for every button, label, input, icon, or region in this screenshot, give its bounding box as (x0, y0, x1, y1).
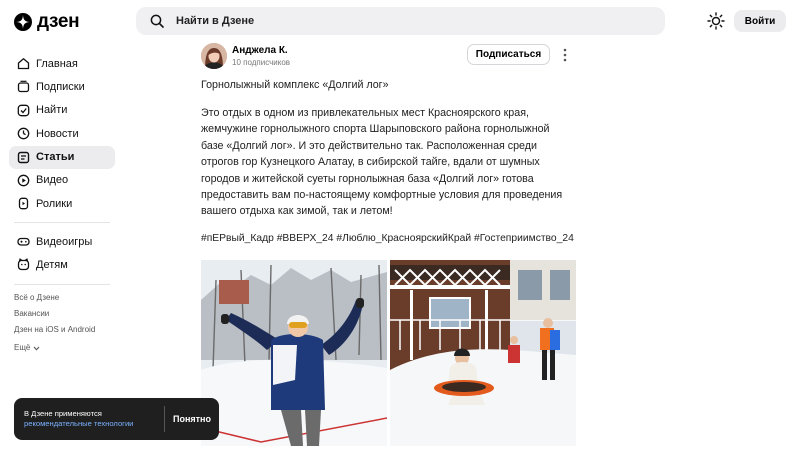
toast-ok-button[interactable]: Понятно (165, 414, 219, 424)
more-label: Ещё (14, 343, 31, 352)
subscribe-button[interactable]: Подписаться (467, 44, 550, 65)
sidebar-item-label: Ролики (36, 197, 73, 210)
home-icon (17, 58, 30, 70)
sidebar-item-clips[interactable]: Ролики (9, 192, 115, 215)
link-vacancies[interactable]: Вакансии (14, 308, 95, 324)
sidebar-item-video[interactable]: Видео (9, 169, 115, 192)
clips-icon (18, 197, 29, 210)
author-name[interactable]: Анджела К. (232, 45, 290, 56)
sidebar-divider (14, 284, 110, 285)
post-hashtags[interactable]: #пЕРвый_Кадр #ВВЕРХ_24 #Люблю_Красноярск… (201, 233, 574, 244)
recommendation-toast: В Дзене применяются рекомендательные тех… (14, 398, 219, 440)
kids-icon (17, 258, 30, 271)
sidebar-item-label: Новости (36, 127, 79, 140)
sidebar-item-news[interactable]: Новости (9, 122, 115, 145)
sidebar-item-home[interactable]: Главная (9, 52, 115, 75)
gamepad-icon (17, 237, 30, 246)
logo-text: дзен (37, 11, 80, 32)
sidebar-item-label: Детям (36, 258, 68, 271)
toast-text-block: В Дзене применяются рекомендательные тех… (14, 409, 164, 429)
sidebar-item-videogames[interactable]: Видеоигры (9, 230, 115, 253)
post-title: Горнолыжный комплекс «Долгий лог» (201, 79, 389, 91)
photo-skier[interactable] (201, 260, 387, 446)
toast-link[interactable]: рекомендательные технологии (24, 419, 164, 429)
search-placeholder: Найти в Дзене (176, 15, 255, 27)
sidebar-item-label: Видеоигры (36, 235, 93, 248)
video-icon (17, 174, 30, 187)
subscriptions-icon (17, 81, 30, 93)
post-body: Это отдых в одном из привлекательных мес… (201, 107, 563, 218)
theme-toggle-sun-icon[interactable] (707, 12, 725, 30)
login-button[interactable]: Войти (734, 10, 786, 32)
sidebar-item-articles[interactable]: Статьи (9, 145, 115, 169)
sidebar-nav-secondary: Видеоигры Детям (9, 230, 115, 277)
find-icon (17, 104, 30, 117)
avatar[interactable] (201, 43, 227, 69)
link-apps[interactable]: Дзен на iOS и Android (14, 324, 95, 340)
photo-gallery[interactable] (201, 260, 576, 446)
sidebar-item-label: Главная (36, 57, 78, 70)
footer-links: Всё о Дзене Вакансии Дзен на iOS и Andro… (14, 292, 95, 356)
news-icon (17, 127, 30, 140)
dzen-logo[interactable]: дзен (14, 11, 80, 33)
search-input[interactable]: Найти в Дзене (136, 7, 665, 35)
sidebar-nav: Главная Подписки Найти Новости Статьи Ви… (9, 52, 115, 216)
more-options-icon[interactable] (560, 48, 570, 62)
subscriber-count: 10 подписчиков (232, 58, 291, 67)
sidebar-item-kids[interactable]: Детям (9, 253, 115, 276)
sidebar-item-find[interactable]: Найти (9, 99, 115, 122)
dzen-logo-icon (14, 13, 32, 31)
sidebar-item-label: Найти (36, 104, 68, 117)
sidebar-divider (14, 222, 110, 223)
chevron-down-icon (33, 346, 40, 351)
sidebar-item-label: Статьи (36, 151, 75, 164)
toast-message: В Дзене применяются (24, 409, 102, 418)
link-about[interactable]: Всё о Дзене (14, 292, 95, 308)
sidebar-item-label: Подписки (36, 80, 85, 93)
sidebar-item-subscriptions[interactable]: Подписки (9, 75, 115, 98)
author-block[interactable]: Анджела К. 10 подписчиков (201, 43, 290, 69)
sidebar-item-label: Видео (36, 174, 69, 187)
search-icon (150, 14, 164, 28)
articles-icon (17, 151, 30, 163)
more-menu[interactable]: Ещё (14, 340, 95, 356)
photo-tubing[interactable] (390, 260, 576, 446)
